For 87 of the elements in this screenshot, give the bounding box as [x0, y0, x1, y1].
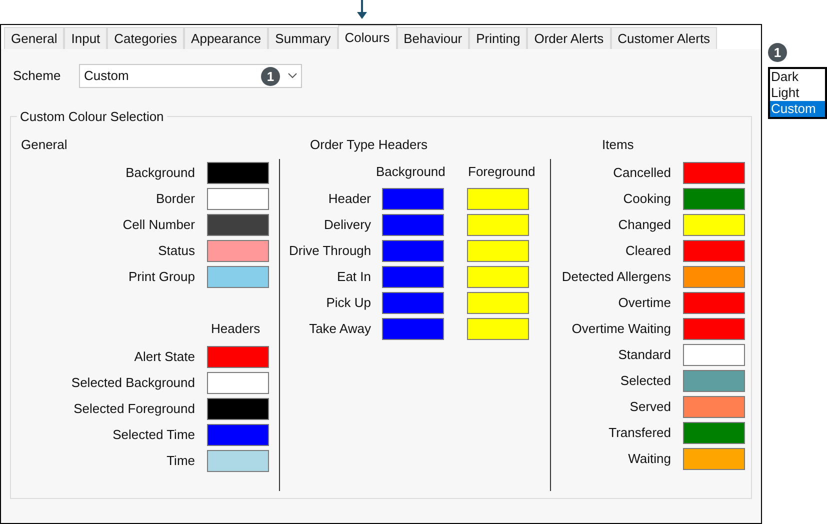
colour-label: Alert State [133, 348, 195, 366]
section-heading: Items [602, 136, 634, 154]
tab[interactable]: Order Alerts [527, 27, 611, 49]
colour-swatch[interactable] [683, 422, 745, 444]
colour-label: Detected Allergens [560, 268, 671, 286]
colour-swatch[interactable] [207, 346, 269, 368]
option[interactable]: Custom [770, 101, 825, 117]
section-heading: Headers [211, 320, 260, 338]
tab[interactable]: General [4, 27, 64, 49]
chevron-down-icon [288, 73, 297, 79]
colour-swatch[interactable] [382, 240, 444, 262]
tab[interactable]: Appearance [184, 27, 268, 49]
tab[interactable]: Input [64, 27, 108, 49]
colour-label: Cleared [624, 242, 671, 260]
colour-label: Selected Foreground [72, 400, 195, 418]
colour-swatch[interactable] [467, 240, 529, 262]
colour-swatch[interactable] [467, 214, 529, 236]
tab[interactable]: Customer Alerts [610, 27, 718, 49]
colour-swatch[interactable] [683, 448, 745, 470]
colour-swatch[interactable] [683, 318, 745, 340]
colour-label: Cancelled [612, 164, 671, 182]
colour-swatch[interactable] [467, 266, 529, 288]
colour-label: Time [166, 452, 195, 470]
colour-label: Transfered [608, 424, 671, 442]
colour-label: Background [124, 164, 195, 182]
colour-label: Selected [619, 372, 671, 390]
section-heading: General [21, 136, 68, 154]
colour-label: Print Group [128, 268, 195, 286]
colour-label: Eat In [336, 268, 371, 286]
colour-label: Standard [617, 346, 671, 364]
colour-swatch[interactable] [467, 318, 529, 340]
tab[interactable]: Summary [268, 27, 338, 49]
colour-swatch[interactable] [683, 370, 745, 392]
colour-swatch[interactable] [382, 318, 444, 340]
colour-swatch[interactable] [683, 162, 745, 184]
colour-label: Served [628, 398, 671, 416]
column-heading: Background [376, 163, 446, 181]
colour-label: Cooking [622, 190, 671, 208]
tab[interactable]: Categories [107, 27, 184, 49]
colour-swatch[interactable] [382, 214, 444, 236]
colour-label: Border [154, 190, 195, 208]
colour-swatch[interactable] [207, 162, 269, 184]
colour-swatch[interactable] [683, 344, 745, 366]
colour-label: Selected Time [112, 426, 195, 444]
scheme-dropdown[interactable]: Custom 1 [79, 64, 302, 88]
colour-swatch[interactable] [207, 450, 269, 472]
tab[interactable]: Printing [469, 27, 528, 49]
colour-label: Overtime [617, 294, 671, 312]
colour-label: Selected Background [70, 374, 195, 392]
colour-swatch[interactable] [207, 372, 269, 394]
colour-label: Changed [617, 216, 671, 234]
colour-label: Header [327, 190, 371, 208]
colour-swatch[interactable] [207, 188, 269, 210]
colour-swatch[interactable] [467, 292, 529, 314]
colour-swatch[interactable] [207, 240, 269, 262]
colour-swatch[interactable] [207, 398, 269, 420]
option[interactable]: Light [770, 85, 825, 101]
column-heading: Foreground [468, 163, 536, 181]
colour-swatch[interactable] [382, 266, 444, 288]
colour-swatch[interactable] [683, 266, 745, 288]
colour-label: Waiting [627, 450, 671, 468]
scheme-label: Scheme [13, 67, 62, 86]
option[interactable]: Dark [770, 69, 825, 85]
tab[interactable]: Behaviour [396, 27, 470, 49]
colour-label: Cell Number [122, 216, 195, 234]
colour-label: Status [157, 242, 195, 260]
number-badge: 1 [261, 66, 280, 86]
colour-label: Delivery [323, 216, 371, 234]
number-badge: 1 [768, 43, 787, 62]
colour-swatch[interactable] [683, 396, 745, 418]
colour-label: Take Away [308, 320, 371, 338]
arrow-icon [357, 0, 367, 19]
tab[interactable]: Colours [338, 25, 397, 49]
colour-swatch[interactable] [382, 188, 444, 210]
colour-swatch[interactable] [207, 266, 269, 288]
colour-swatch[interactable] [683, 188, 745, 210]
colour-label: Drive Through [289, 242, 371, 260]
colour-swatch[interactable] [683, 214, 745, 236]
colour-swatch[interactable] [683, 292, 745, 314]
colour-swatch[interactable] [207, 424, 269, 446]
colour-swatch[interactable] [207, 214, 269, 236]
colour-label: Overtime Waiting [570, 320, 671, 338]
colour-swatch[interactable] [382, 292, 444, 314]
colour-label: Pick Up [325, 294, 371, 312]
colour-swatch[interactable] [467, 188, 529, 210]
section-heading: Order Type Headers [310, 136, 428, 154]
colour-swatch[interactable] [683, 240, 745, 262]
